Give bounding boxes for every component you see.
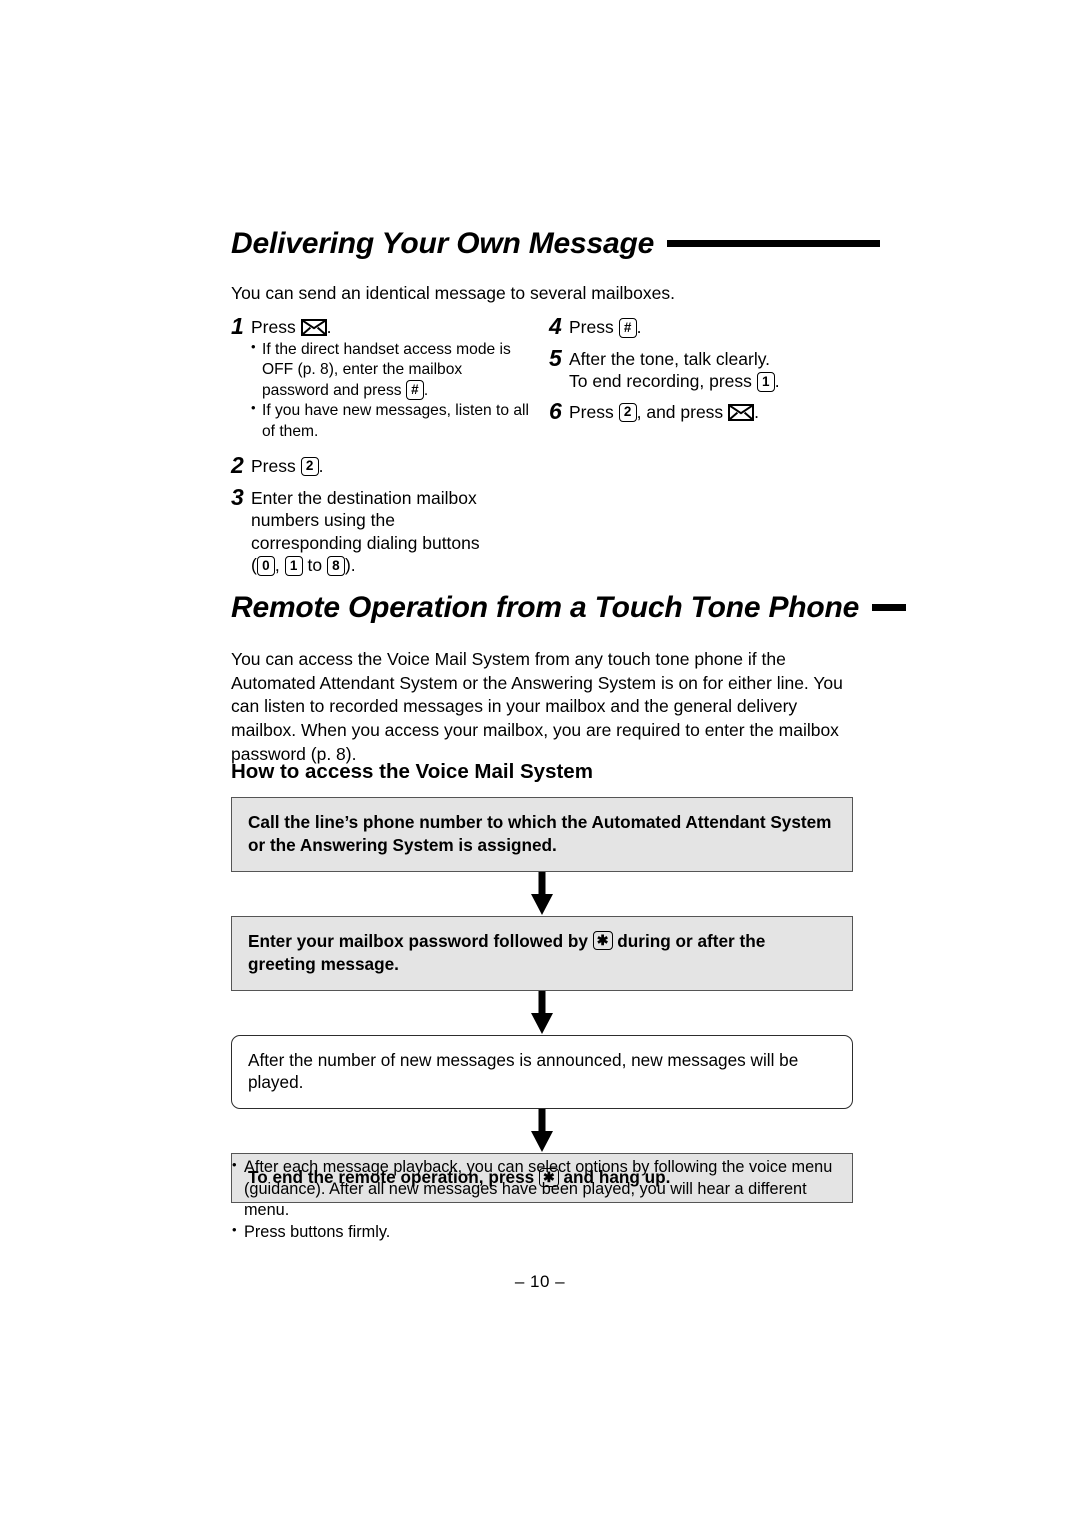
one-key-icon: 1 (284, 556, 303, 576)
section-heading-remote: Remote Operation from a Touch Tone Phone (231, 592, 907, 624)
flow-box-2-text-before: Enter your mailbox password followed by (248, 930, 588, 951)
step-2-period: . (318, 455, 324, 476)
flow-arrow-1 (231, 871, 853, 916)
step-body: Press 2. (251, 453, 531, 478)
step-3: 3 Enter the destination mailbox numbers … (231, 483, 531, 577)
notes-list: After each message playback, you can sel… (231, 1156, 846, 1244)
step-6: 6 Press 2, and press . (549, 397, 849, 425)
sub-bullet-tail: . (423, 382, 429, 400)
step-1: 1 Press . If the direct handset access m… (231, 313, 531, 442)
flow-box-3: After the number of new messages is anno… (231, 1034, 853, 1110)
step-body: Enter the destination mailbox numbers us… (251, 485, 531, 577)
step-body: Press 2, and press . (569, 399, 849, 424)
step-3-line3: corresponding dialing buttons (251, 532, 480, 553)
step-5-period: . (774, 371, 780, 392)
remote-paragraph: You can access the Voice Mail System fro… (231, 649, 843, 764)
section-title-text: Remote Operation from a Touch Tone Phone (231, 591, 860, 624)
flow-box-3-text: After the number of new messages is anno… (248, 1049, 799, 1093)
access-flowchart: Call the line’s phone number to which th… (231, 797, 853, 1204)
step-4-period: . (636, 317, 642, 337)
step-2-label: Press (251, 455, 296, 476)
step-body: After the tone, talk clearly. To end rec… (569, 346, 849, 393)
flow-arrow-3 (231, 1109, 853, 1153)
step-4-label: Press (569, 317, 614, 337)
section-delivering-message: Delivering Your Own Message (231, 227, 881, 260)
step-1-period: . (326, 317, 332, 337)
flow-box-2: Enter your mailbox password followed by … (231, 915, 853, 991)
step-number: 1 (231, 313, 244, 339)
subheading-wrap: How to access the Voice Mail System (231, 760, 853, 785)
remote-paragraph-wrap: You can access the Voice Mail System fro… (231, 648, 853, 767)
step-5-line2: To end recording, press (569, 371, 752, 392)
step-3-line1: Enter the destination mailbox (251, 487, 477, 508)
steps-container: 1 Press . If the direct handset access m… (231, 313, 853, 576)
step-number: 3 (231, 483, 244, 510)
step-5-line1: After the tone, talk clearly. (569, 348, 771, 369)
hash-key-icon: # (405, 380, 424, 400)
step-6-mid: , and press (636, 401, 724, 422)
step-4: 4 Press #. (549, 313, 849, 340)
sub-bullet: If the direct handset access mode is OFF… (251, 339, 531, 402)
one-key-icon: 1 (756, 372, 775, 392)
sub-bullet: If you have new messages, listen to all … (251, 400, 531, 442)
delivering-intro: You can send an identical message to sev… (231, 282, 853, 306)
intro-paragraph: You can send an identical message to sev… (231, 283, 675, 303)
flow-arrow-2 (231, 990, 853, 1035)
flow-box-1: Call the line’s phone number to which th… (231, 797, 853, 872)
section-heading-delivering: Delivering Your Own Message (231, 227, 881, 260)
eight-key-icon: 8 (326, 556, 345, 576)
page-number: – 10 – (514, 1272, 566, 1291)
note-item: After each message playback, you can sel… (231, 1156, 846, 1222)
manual-page: Delivering Your Own Message You can send… (0, 0, 1080, 1528)
sub-bullet-text: If you have new messages, listen to all … (262, 402, 529, 440)
asterisk-key-icon: ✱ (592, 931, 613, 951)
hash-key-icon: # (618, 318, 637, 338)
step-number: 6 (549, 397, 562, 424)
sub-bullet-text: If the direct handset access mode is OFF… (262, 340, 511, 400)
heading-rule (667, 240, 881, 248)
note-item: Press buttons firmly. (231, 1221, 846, 1244)
envelope-icon (300, 319, 327, 336)
step-body: Press #. (569, 314, 849, 339)
two-key-icon: 2 (300, 456, 319, 477)
step-3-line2: numbers using the (251, 510, 395, 531)
envelope-icon (728, 403, 755, 421)
step-1-label: Press (251, 317, 296, 337)
note-text: After each message playback, you can sel… (244, 1158, 833, 1219)
step-3-open-paren: ( (251, 555, 257, 576)
step-2: 2 Press 2. (231, 451, 531, 479)
heading-rule (872, 604, 907, 612)
step-number: 2 (231, 451, 244, 478)
section-remote-operation: Remote Operation from a Touch Tone Phone (231, 592, 907, 624)
step-1-sublist: If the direct handset access mode is OFF… (251, 339, 531, 442)
steps-column-left: 1 Press . If the direct handset access m… (231, 313, 531, 583)
step-body: Press . If the direct handset access mod… (251, 314, 531, 442)
note-text: Press buttons firmly. (244, 1222, 391, 1241)
zero-key-icon: 0 (256, 556, 275, 576)
notes-wrap: After each message playback, you can sel… (231, 1156, 853, 1244)
flow-box-1-text: Call the line’s phone number to which th… (248, 812, 832, 855)
step-6-period: . (754, 401, 759, 422)
step-3-comma: , (274, 555, 280, 576)
how-to-access-heading: How to access the Voice Mail System (231, 760, 593, 783)
step-3-to: to (307, 555, 323, 576)
steps-column-right: 4 Press #. 5 After the tone, talk clearl… (549, 313, 849, 431)
section-title-text: Delivering Your Own Message (231, 227, 655, 260)
step-6-label: Press (569, 401, 614, 422)
step-number: 4 (549, 313, 562, 339)
step-number: 5 (549, 344, 562, 371)
two-key-icon: 2 (618, 402, 637, 423)
step-3-close-paren: ). (344, 555, 356, 576)
step-5: 5 After the tone, talk clearly. To end r… (549, 344, 849, 393)
